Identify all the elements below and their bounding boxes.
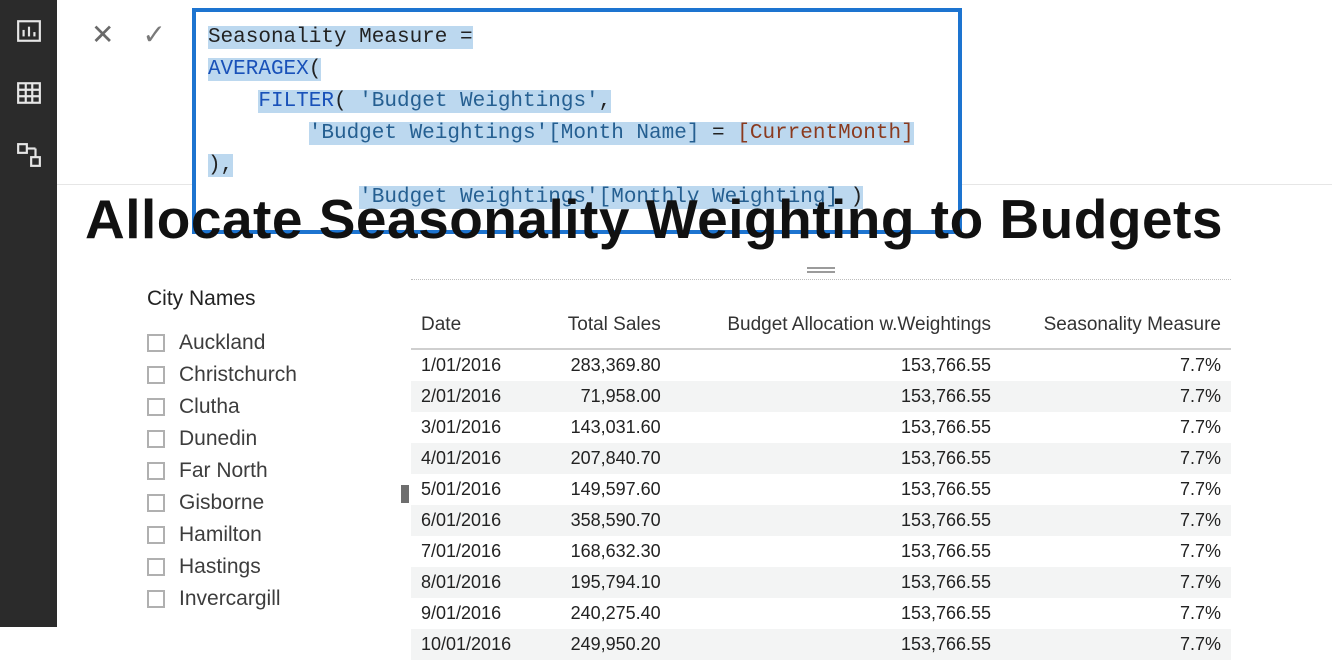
slicer-item-label: Dunedin — [179, 427, 257, 451]
cell-sales: 168,632.30 — [539, 536, 671, 567]
cell-sales: 358,590.70 — [539, 505, 671, 536]
slicer-item[interactable]: Far North — [147, 455, 407, 487]
cell-sales: 249,950.20 — [539, 629, 671, 660]
formula-text: S — [208, 26, 221, 49]
slicer-title: City Names — [147, 287, 407, 311]
cell-date: 10/01/2016 — [411, 629, 539, 660]
cell-date: 8/01/2016 — [411, 567, 539, 598]
slicer-item[interactable]: Christchurch — [147, 359, 407, 391]
slicer-item-label: Far North — [179, 459, 268, 483]
visual-resize-handle[interactable] — [401, 485, 409, 503]
table-row: 1/01/2016283,369.80153,766.557.7% — [411, 349, 1231, 381]
table-row: 2/01/201671,958.00153,766.557.7% — [411, 381, 1231, 412]
slicer-item-label: Hastings — [179, 555, 261, 579]
cell-budget: 153,766.55 — [671, 443, 1001, 474]
cell-sales: 240,275.40 — [539, 598, 671, 629]
table-row: 9/01/2016240,275.40153,766.557.7% — [411, 598, 1231, 629]
slicer-item-label: Invercargill — [179, 587, 281, 611]
cell-season: 7.7% — [1001, 349, 1231, 381]
cell-date: 3/01/2016 — [411, 412, 539, 443]
nav-rail — [0, 0, 57, 627]
cell-season: 7.7% — [1001, 598, 1231, 629]
checkbox-icon[interactable] — [147, 366, 165, 384]
cell-budget: 153,766.55 — [671, 474, 1001, 505]
col-header-date[interactable]: Date — [411, 308, 539, 349]
cell-sales: 283,369.80 — [539, 349, 671, 381]
cell-budget: 153,766.55 — [671, 349, 1001, 381]
slicer-item-label: Clutha — [179, 395, 240, 419]
table-row: 7/01/2016168,632.30153,766.557.7% — [411, 536, 1231, 567]
data-view-icon[interactable] — [16, 80, 42, 106]
table-row: 4/01/2016207,840.70153,766.557.7% — [411, 443, 1231, 474]
table-row: 8/01/2016195,794.10153,766.557.7% — [411, 567, 1231, 598]
checkbox-icon[interactable] — [147, 526, 165, 544]
col-header-budget[interactable]: Budget Allocation w.Weightings — [671, 308, 1001, 349]
slicer-item[interactable]: Gisborne — [147, 487, 407, 519]
cell-season: 7.7% — [1001, 443, 1231, 474]
slicer-item-label: Christchurch — [179, 363, 297, 387]
slicer-item-label: Auckland — [179, 331, 265, 355]
cell-budget: 153,766.55 — [671, 629, 1001, 660]
slicer-item[interactable]: Invercargill — [147, 583, 407, 615]
cell-budget: 153,766.55 — [671, 598, 1001, 629]
cell-budget: 153,766.55 — [671, 567, 1001, 598]
cell-season: 7.7% — [1001, 567, 1231, 598]
cell-budget: 153,766.55 — [671, 505, 1001, 536]
col-header-sales[interactable]: Total Sales — [539, 308, 671, 349]
slicer-item[interactable]: Clutha — [147, 391, 407, 423]
cell-sales: 195,794.10 — [539, 567, 671, 598]
checkbox-icon[interactable] — [147, 398, 165, 416]
main-area: ✕ ✓ Seasonality Measure = AVERAGEX( FILT… — [57, 0, 1332, 627]
cell-sales: 143,031.60 — [539, 412, 671, 443]
cell-season: 7.7% — [1001, 505, 1231, 536]
city-slicer: City Names Auckland Christchurch Clutha Dun… — [57, 267, 407, 660]
commit-formula-button[interactable]: ✓ — [142, 18, 165, 51]
table-row: 6/01/2016358,590.70153,766.557.7% — [411, 505, 1231, 536]
checkbox-icon[interactable] — [147, 558, 165, 576]
visual-move-handle[interactable] — [807, 267, 835, 273]
cell-season: 7.7% — [1001, 381, 1231, 412]
cell-date: 2/01/2016 — [411, 381, 539, 412]
cancel-formula-button[interactable]: ✕ — [91, 18, 114, 51]
cell-season: 7.7% — [1001, 629, 1231, 660]
cell-season: 7.7% — [1001, 412, 1231, 443]
cell-date: 4/01/2016 — [411, 443, 539, 474]
slicer-item-label: Gisborne — [179, 491, 264, 515]
cell-sales: 207,840.70 — [539, 443, 671, 474]
cell-date: 9/01/2016 — [411, 598, 539, 629]
cell-budget: 153,766.55 — [671, 536, 1001, 567]
cell-date: 5/01/2016 — [411, 474, 539, 505]
table-row: 3/01/2016143,031.60153,766.557.7% — [411, 412, 1231, 443]
cell-sales: 149,597.60 — [539, 474, 671, 505]
slicer-item[interactable]: Hastings — [147, 551, 407, 583]
slicer-item[interactable]: Auckland — [147, 327, 407, 359]
data-table: Date Total Sales Budget Allocation w.Wei… — [411, 308, 1231, 660]
slicer-item-label: Hamilton — [179, 523, 262, 547]
cell-date: 6/01/2016 — [411, 505, 539, 536]
table-row: 5/01/2016149,597.60153,766.557.7% — [411, 474, 1231, 505]
cell-date: 1/01/2016 — [411, 349, 539, 381]
cell-season: 7.7% — [1001, 536, 1231, 567]
checkbox-icon[interactable] — [147, 334, 165, 352]
cell-budget: 153,766.55 — [671, 412, 1001, 443]
table-visual[interactable]: Date Total Sales Budget Allocation w.Wei… — [411, 267, 1231, 660]
checkbox-icon[interactable] — [147, 462, 165, 480]
col-header-season[interactable]: Seasonality Measure — [1001, 308, 1231, 349]
checkbox-icon[interactable] — [147, 590, 165, 608]
slicer-item[interactable]: Dunedin — [147, 423, 407, 455]
model-view-icon[interactable] — [16, 142, 42, 168]
cell-sales: 71,958.00 — [539, 381, 671, 412]
formula-bar: ✕ ✓ Seasonality Measure = AVERAGEX( FILT… — [57, 0, 1332, 185]
page-title: Allocate Seasonality Weighting to Budget… — [57, 185, 1332, 251]
table-row: 10/01/2016249,950.20153,766.557.7% — [411, 629, 1231, 660]
checkbox-icon[interactable] — [147, 430, 165, 448]
cell-season: 7.7% — [1001, 474, 1231, 505]
report-view-icon[interactable] — [16, 18, 42, 44]
cell-budget: 153,766.55 — [671, 381, 1001, 412]
checkbox-icon[interactable] — [147, 494, 165, 512]
cell-date: 7/01/2016 — [411, 536, 539, 567]
slicer-item[interactable]: Hamilton — [147, 519, 407, 551]
